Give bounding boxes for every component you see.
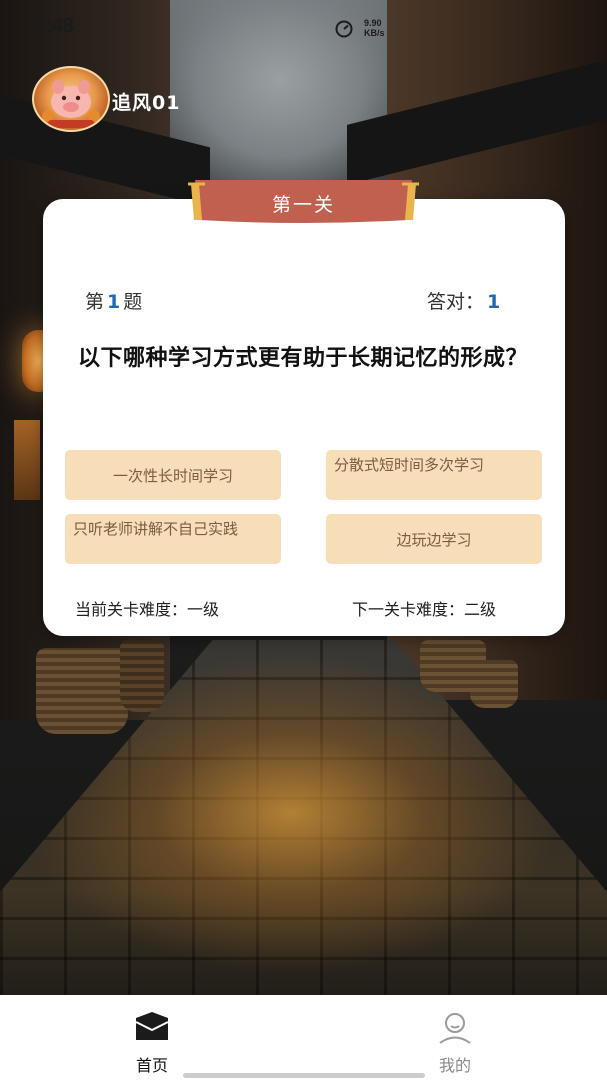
- network-speed-unit: KB/s: [364, 28, 385, 38]
- basket: [36, 648, 128, 734]
- tab-home[interactable]: 首页: [92, 995, 212, 1080]
- option-d[interactable]: 边玩边学习: [326, 514, 542, 564]
- bottom-nav: 首页 我的: [0, 995, 607, 1080]
- question-card: [43, 199, 565, 636]
- basket: [120, 640, 164, 712]
- question-number-suffix: 题: [123, 291, 143, 313]
- home-indicator[interactable]: [183, 1073, 425, 1078]
- question-text: 以下哪种学习方式更有助于长期记忆的形成？: [78, 346, 529, 371]
- avatar[interactable]: [32, 66, 110, 132]
- username: 追风01: [112, 92, 181, 114]
- correct-count-value: 1: [487, 291, 501, 313]
- speedometer-icon: [335, 20, 353, 38]
- pig-mascot-icon: [42, 80, 100, 128]
- profile-icon: [439, 1013, 471, 1044]
- basket: [470, 660, 518, 708]
- current-difficulty: 当前关卡难度：一级: [75, 600, 220, 619]
- question-number-prefix: 第: [85, 291, 105, 313]
- correct-count: 答对： 1: [427, 287, 503, 314]
- question-number: 第1题: [85, 287, 142, 314]
- network-speed: 9.90 KB/s: [364, 18, 398, 38]
- next-difficulty: 下一关卡难度：二级: [352, 600, 497, 619]
- option-a[interactable]: 一次性长时间学习: [65, 450, 281, 500]
- status-bar: 0:48 9.90 KB/s: [0, 0, 607, 56]
- option-b[interactable]: 分散式短时间多次学习: [326, 450, 542, 500]
- tab-mine[interactable]: 我的: [395, 995, 515, 1080]
- correct-count-label: 答对：: [427, 291, 485, 313]
- level-title: 第一关: [271, 194, 335, 216]
- window-glow: [14, 420, 40, 500]
- status-time: 0:48: [34, 15, 75, 37]
- question-number-value: 1: [107, 291, 121, 313]
- option-c[interactable]: 只听老师讲解不自己实践: [65, 514, 281, 564]
- network-speed-value: 9.90: [364, 18, 382, 28]
- home-icon: [135, 1012, 169, 1040]
